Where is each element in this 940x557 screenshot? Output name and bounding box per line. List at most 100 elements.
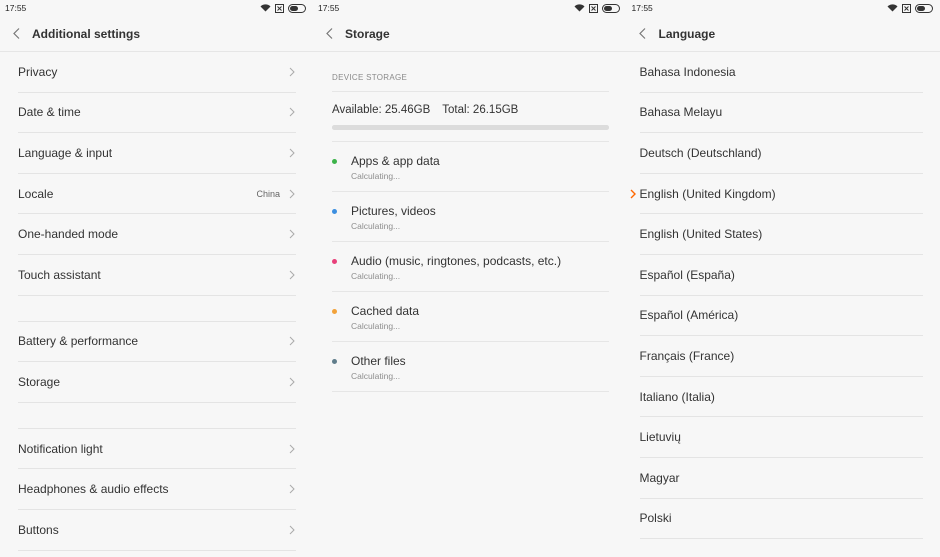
settings-item-label: Locale [18, 186, 54, 201]
language-item[interactable]: Lietuvių [639, 417, 923, 458]
chevron-right-icon [289, 484, 295, 494]
language-item[interactable]: Bahasa Melayu [639, 93, 923, 134]
category-name: Other files [351, 354, 406, 368]
chevron-right-icon [289, 108, 295, 117]
storage-usage-bar [332, 125, 609, 130]
back-button[interactable] [637, 27, 649, 41]
sim-icon [588, 3, 598, 13]
category-status: Calculating... [351, 321, 401, 331]
category-name: Apps & app data [351, 154, 440, 168]
category-status: Calculating... [351, 371, 401, 381]
battery-icon [601, 3, 620, 13]
back-button[interactable] [323, 27, 335, 41]
settings-item-notification-light[interactable]: Notification light [18, 429, 296, 470]
language-item[interactable]: Magyar [639, 458, 923, 499]
settings-item-one-handed-mode[interactable]: One-handed mode [18, 214, 296, 255]
settings-item-language-input[interactable]: Language & input [18, 133, 296, 174]
settings-item-label: Storage [18, 374, 61, 389]
settings-item-label: Privacy [18, 64, 58, 79]
chevron-right-icon [289, 525, 295, 535]
category-name: Cached data [351, 304, 420, 318]
sim-icon [902, 3, 911, 13]
selected-chevron-icon [630, 189, 636, 199]
category-name: Pictures, videos [351, 204, 436, 218]
chevron-right-icon [289, 270, 295, 280]
chevron-right-icon [289, 148, 295, 158]
language-label: Polski [639, 511, 672, 526]
settings-item-date-time[interactable]: Date & time [18, 93, 296, 134]
category-status: Calculating... [351, 171, 401, 181]
settings-item-buttons[interactable]: Buttons [18, 510, 296, 551]
language-item[interactable]: Deutsch (Deutschland) [639, 133, 923, 174]
back-button[interactable] [10, 27, 22, 41]
category-status: Calculating... [351, 221, 401, 231]
other-dot-icon [332, 359, 337, 364]
status-bar: 17:55 [313, 0, 627, 16]
page-title: Storage [345, 26, 390, 41]
apps-dot-icon [332, 159, 337, 164]
audio-dot-icon [332, 259, 337, 264]
settings-item-label: Notification light [18, 441, 103, 456]
section-divider [18, 403, 296, 429]
chevron-right-icon [289, 377, 295, 387]
storage-category-other[interactable]: Other files Calculating... [332, 342, 609, 392]
settings-item-storage[interactable]: Storage [18, 362, 296, 403]
language-item-selected[interactable]: English (United Kingdom) [630, 174, 923, 215]
storage-category-cached[interactable]: Cached data Calculating... [332, 292, 609, 342]
language-item[interactable]: Español (América) [639, 296, 923, 337]
chevron-right-icon [289, 444, 295, 453]
total-text: Total: 26.15GB [442, 104, 519, 116]
storage-category-audio[interactable]: Audio (music, ringtones, podcasts, etc.)… [332, 242, 609, 292]
language-item[interactable]: English (United States) [639, 214, 923, 255]
language-label: Español (América) [639, 308, 739, 323]
language-label: English (United Kingdom) [639, 186, 776, 201]
wifi-icon [260, 4, 271, 12]
settings-item-locale[interactable]: Locale China [18, 174, 296, 215]
category-status: Calculating... [351, 271, 401, 281]
settings-item-label: One-handed mode [18, 227, 119, 242]
page-title: Additional settings [32, 26, 140, 41]
additional-settings-screen: 17:55 Additional settings Privacy Date &… [0, 0, 313, 557]
status-time: 17:55 [631, 3, 653, 13]
header: Storage [313, 16, 627, 52]
header: Additional settings [0, 16, 313, 52]
storage-category-pictures[interactable]: Pictures, videos Calculating... [332, 192, 609, 242]
language-label: Lietuvių [639, 430, 681, 445]
battery-icon [915, 3, 933, 13]
available-text: Available: 25.46GB [332, 104, 431, 116]
settings-item-touch-assistant[interactable]: Touch assistant [18, 255, 296, 296]
status-time: 17:55 [5, 3, 27, 13]
locale-value: China [256, 188, 280, 199]
language-label: Magyar [639, 470, 680, 485]
chevron-right-icon [289, 337, 295, 346]
language-label: English (United States) [639, 227, 763, 242]
status-time: 17:55 [318, 3, 340, 13]
language-item[interactable]: Italiano (Italia) [639, 377, 923, 418]
settings-item-battery-performance[interactable]: Battery & performance [18, 322, 296, 363]
section-label: DEVICE STORAGE [332, 52, 609, 92]
category-name: Audio (music, ringtones, podcasts, etc.) [351, 254, 562, 268]
back-icon [325, 28, 332, 39]
language-label: Español (España) [639, 267, 735, 282]
settings-item-label: Headphones & audio effects [18, 482, 169, 497]
language-item[interactable]: Polski [639, 499, 923, 540]
settings-item-headphones-audio[interactable]: Headphones & audio effects [18, 469, 296, 510]
header: Language [626, 16, 940, 52]
language-item[interactable]: Bahasa Indonesia [639, 52, 923, 93]
back-icon [12, 28, 19, 39]
storage-category-apps[interactable]: Apps & app data Calculating... [332, 142, 609, 192]
status-icons [887, 3, 935, 13]
language-item[interactable]: Español (España) [639, 255, 923, 296]
settings-item-label: Date & time [18, 105, 81, 120]
back-icon [639, 28, 646, 39]
chevron-right-icon [289, 229, 295, 239]
chevron-right-icon [289, 67, 295, 77]
settings-item-privacy[interactable]: Privacy [18, 52, 296, 93]
storage-panel: DEVICE STORAGE Available: 25.46GB Total:… [332, 52, 609, 392]
page-title: Language [658, 26, 716, 41]
wifi-icon [574, 4, 584, 12]
language-label: Bahasa Melayu [639, 105, 723, 120]
language-item[interactable]: Français (France) [639, 336, 923, 377]
language-screen: 17:55 Language Bahasa Indonesia Bahasa M… [626, 0, 940, 557]
sim-icon [275, 3, 284, 13]
